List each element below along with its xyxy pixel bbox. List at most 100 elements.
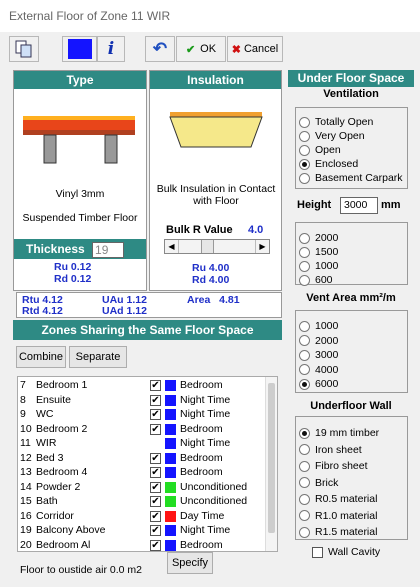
zone-row[interactable]: 7 Bedroom 1 ✔ Bedroom [18,379,277,394]
wall-option[interactable]: Fibro sheet [299,459,407,473]
radio-button[interactable] [299,378,310,390]
vent_area-option[interactable]: 6000 [299,377,407,391]
thickness-unit: mm [28,262,50,276]
radio-button[interactable] [299,130,310,142]
radio-button[interactable] [299,158,310,170]
wall-option[interactable]: R1.5 material [299,525,407,539]
radio-button[interactable] [299,460,310,472]
zone-checkbox[interactable]: ✔ [150,510,161,522]
wall-option[interactable]: Brick [299,476,407,490]
ventilation-option[interactable]: Very Open [299,129,407,143]
type-header: Type [14,71,146,89]
radio-button[interactable] [299,444,310,455]
wall-option[interactable]: Iron sheet [299,443,407,457]
zone-row[interactable]: 11 WIR Night Time [18,437,277,452]
vent_area-option[interactable]: 1000 [299,319,407,333]
ventilation-option[interactable]: Basement Carpark [299,171,407,185]
radio-button[interactable] [299,349,310,361]
radio-button[interactable] [299,493,310,505]
thickness-input[interactable]: 19 [92,241,125,258]
zone-checkbox[interactable]: ✔ [150,394,161,406]
radio-button[interactable] [299,260,310,272]
cancel-button[interactable]: ✖ Cancel [227,36,283,62]
radio-button[interactable] [299,246,310,258]
vent_area-option[interactable]: 2000 [299,334,407,348]
vent_area-label: 1000 [315,320,339,332]
undo-button[interactable]: ↶ [145,36,175,62]
wall-option[interactable]: R0.5 material [299,492,407,506]
zone-row[interactable]: 8 Ensuite ✔ Night Time [18,393,277,409]
zone-color-swatch [165,510,176,522]
wall-cavity-checkbox[interactable]: Wall Cavity [312,546,380,558]
zone-row[interactable]: 13 Bedroom 4 ✔ Bedroom [18,466,277,481]
radio-button[interactable] [299,172,310,184]
radio-button[interactable] [299,116,310,128]
zone-number: 19 [20,524,32,536]
vent_area-option[interactable]: 3000 [299,348,407,362]
radio-button[interactable] [299,232,310,244]
radio-button[interactable] [299,274,310,286]
wall-cavity-box[interactable] [312,546,323,558]
zone-type: Bedroom [180,538,223,551]
info-button[interactable]: i [97,36,125,62]
radio-button[interactable] [299,477,310,488]
ventilation-option[interactable]: Totally Open [299,115,407,129]
slider-left-arrow[interactable]: ◀ [165,240,179,253]
zone-checkbox[interactable]: ✔ [150,409,161,420]
scrollbar-thumb[interactable] [268,383,275,533]
slider-thumb[interactable] [201,240,214,253]
zone-checkbox[interactable]: ✔ [150,496,161,507]
zone-type: Night Time [180,393,231,406]
height-label: 2000 [315,232,339,244]
zone-row[interactable]: 10 Bedroom 2 ✔ Bedroom [18,423,277,438]
zone-checkbox[interactable]: ✔ [150,467,161,478]
zone-row[interactable]: 20 Bedroom Al ✔ Bedroom [18,538,277,552]
specify-button[interactable]: Specify [167,552,213,574]
zone-checkbox[interactable]: ✔ [150,452,161,464]
zone-checkbox[interactable]: ✔ [150,481,161,493]
vent_area-option[interactable]: 4000 [299,363,407,377]
radio-button[interactable] [299,526,310,538]
slider-right-arrow[interactable]: ▶ [255,240,269,253]
height-option[interactable]: 1000 [299,259,407,273]
color-button[interactable] [62,36,97,62]
ventilation-option[interactable]: Open [299,143,407,157]
height-option[interactable]: 1500 [299,245,407,259]
zone-row[interactable]: 15 Bath ✔ Unconditioned [18,495,277,510]
floor-type: Suspended Timber Floor [22,212,138,224]
height-input[interactable]: 3000 [340,197,378,214]
ventilation-label: Totally Open [315,116,374,128]
zones-scrollbar[interactable] [265,377,277,551]
height-option[interactable]: 2000 [299,231,407,245]
bulk-insulation-icon [155,97,275,165]
combine-button[interactable]: Combine [16,346,66,368]
zone-checkbox[interactable]: ✔ [150,423,161,435]
zone-checkbox[interactable]: ✔ [150,380,161,391]
wall-option[interactable]: R1.0 material [299,509,407,523]
color-swatch [67,39,92,59]
zone-row[interactable]: 12 Bed 3 ✔ Bedroom [18,452,277,467]
copy-button[interactable] [9,36,39,62]
separate-button[interactable]: Separate [69,346,127,368]
zone-row[interactable]: 14 Powder 2 ✔ Unconditioned [18,481,277,496]
zone-row[interactable]: 16 Corridor ✔ Day Time [18,510,277,525]
zone-number: 15 [20,495,32,507]
zone-row[interactable]: 19 Balcony Above ✔ Night Time [18,524,277,539]
wall-label: Iron sheet [315,443,362,456]
wall-option[interactable]: 19 mm timber [299,426,407,440]
radio-button[interactable] [299,144,310,156]
zone-row[interactable]: 9 WC ✔ Night Time [18,408,277,423]
height-option[interactable]: 600 [299,273,407,287]
radio-button[interactable] [299,427,310,439]
zones-list[interactable]: 7 Bedroom 1 ✔ Bedroom 8 Ensuite ✔ Night Time 9 WC… [17,376,278,552]
zone-checkbox[interactable]: ✔ [150,539,161,551]
zone-checkbox[interactable]: ✔ [150,525,161,536]
bulk-r-slider[interactable]: ◀ ▶ [164,239,270,254]
radio-button[interactable] [299,335,310,346]
ok-button[interactable]: ✔ OK [176,36,226,62]
ventilation-option[interactable]: Enclosed [299,157,407,171]
radio-button[interactable] [299,364,310,375]
radio-button[interactable] [299,320,310,332]
radio-button[interactable] [299,510,310,521]
zone-type: Bedroom [180,466,223,478]
